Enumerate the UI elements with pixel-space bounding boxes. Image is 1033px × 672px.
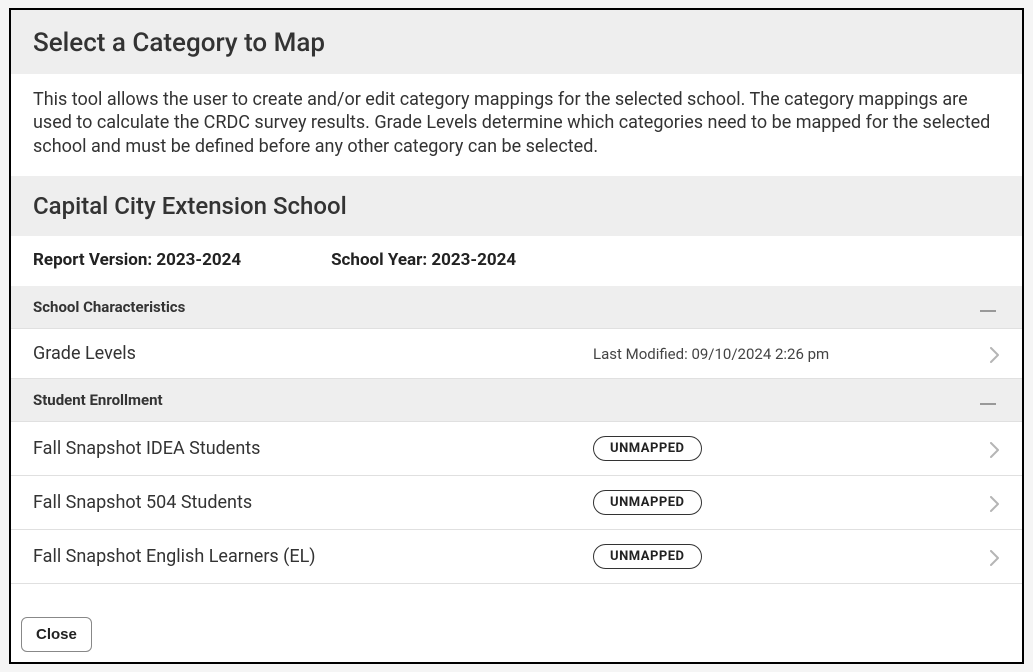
row-fall-snapshot-504[interactable]: Fall Snapshot 504 Students UNMAPPED bbox=[11, 476, 1022, 530]
row-label: Fall Snapshot IDEA Students bbox=[33, 438, 593, 459]
chevron-right-icon bbox=[970, 547, 1000, 566]
row-meta: UNMAPPED bbox=[593, 544, 970, 569]
row-label: Fall Snapshot English Learners (EL) bbox=[33, 546, 593, 567]
section-header-school-characteristics[interactable]: School Characteristics bbox=[11, 286, 1022, 329]
dialog-description: This tool allows the user to create and/… bbox=[11, 74, 1022, 176]
row-label: Fall Snapshot 504 Students bbox=[33, 492, 593, 513]
collapse-icon bbox=[980, 389, 1000, 411]
report-version: Report Version: 2023-2024 bbox=[33, 250, 241, 270]
chevron-right-icon bbox=[970, 344, 1000, 363]
school-name: Capital City Extension School bbox=[33, 192, 1000, 220]
collapse-icon bbox=[980, 296, 1000, 318]
category-map-dialog: Select a Category to Map This tool allow… bbox=[9, 8, 1024, 664]
close-button[interactable]: Close bbox=[21, 617, 92, 652]
dialog-title: Select a Category to Map bbox=[33, 28, 1000, 58]
row-fall-snapshot-el[interactable]: Fall Snapshot English Learners (EL) UNMA… bbox=[11, 530, 1022, 584]
school-year: School Year: 2023-2024 bbox=[331, 250, 516, 270]
section-title: School Characteristics bbox=[33, 298, 185, 316]
school-name-bar: Capital City Extension School bbox=[11, 176, 1022, 236]
row-grade-levels[interactable]: Grade Levels Last Modified: 09/10/2024 2… bbox=[11, 329, 1022, 379]
unmapped-badge: UNMAPPED bbox=[593, 490, 702, 515]
section-header-student-enrollment[interactable]: Student Enrollment bbox=[11, 379, 1022, 422]
row-meta: UNMAPPED bbox=[593, 490, 970, 515]
meta-row: Report Version: 2023-2024 School Year: 2… bbox=[11, 236, 1022, 286]
dialog-header: Select a Category to Map bbox=[11, 10, 1022, 74]
row-meta: Last Modified: 09/10/2024 2:26 pm bbox=[593, 345, 970, 363]
unmapped-badge: UNMAPPED bbox=[593, 544, 702, 569]
dialog-footer: Close bbox=[11, 609, 1022, 662]
row-label: Grade Levels bbox=[33, 343, 593, 364]
chevron-right-icon bbox=[970, 439, 1000, 458]
last-modified-text: Last Modified: 09/10/2024 2:26 pm bbox=[593, 345, 829, 363]
row-meta: UNMAPPED bbox=[593, 436, 970, 461]
section-title: Student Enrollment bbox=[33, 391, 163, 409]
unmapped-badge: UNMAPPED bbox=[593, 436, 702, 461]
row-fall-snapshot-idea[interactable]: Fall Snapshot IDEA Students UNMAPPED bbox=[11, 422, 1022, 476]
chevron-right-icon bbox=[970, 493, 1000, 512]
